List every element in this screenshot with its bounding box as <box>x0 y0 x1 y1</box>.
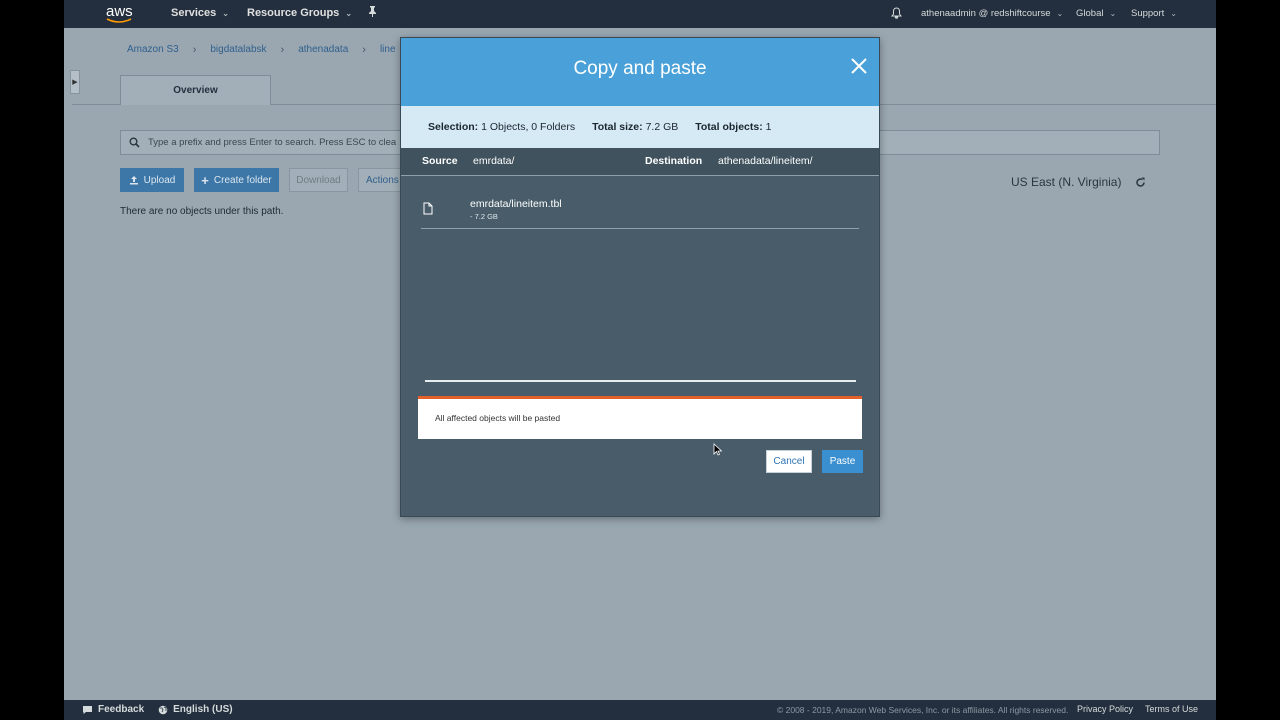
account-label: athenaadmin @ redshiftcourse <box>921 8 1051 19</box>
cancel-button[interactable]: Cancel <box>766 450 812 473</box>
sidebar-toggle[interactable]: ▶ <box>70 70 80 94</box>
breadcrumb-item[interactable]: Amazon S3 <box>127 44 179 56</box>
upload-label: Upload <box>143 174 176 186</box>
services-menu[interactable]: Services ⌄ <box>171 7 229 19</box>
size-summary-item: Total size: 7.2 GB <box>592 121 678 133</box>
account-menu[interactable]: athenaadmin @ redshiftcourse ⌄ <box>921 8 1063 19</box>
notice-alert: All affected objects will be pasted <box>418 396 862 439</box>
feedback-label: Feedback <box>98 704 145 715</box>
plus-icon: + <box>201 172 209 188</box>
chevron-down-icon: ⌄ <box>345 8 353 18</box>
paste-button[interactable]: Paste <box>822 450 863 473</box>
breadcrumb-separator-icon: › <box>280 44 285 56</box>
selection-value: 1 Objects, 0 Folders <box>481 121 576 133</box>
top-navigation-bar: aws Services ⌄ Resource Groups ⌄ athenaa… <box>64 0 1216 28</box>
dialog-header: Copy and paste <box>401 38 879 106</box>
region-menu-label: Global <box>1076 8 1104 19</box>
region-indicator: US East (N. Virginia) <box>1011 175 1146 189</box>
language-selector[interactable]: English (US) <box>158 704 233 715</box>
resource-groups-label: Resource Groups <box>247 7 340 19</box>
file-name: emrdata/lineitem.tbl <box>470 198 562 210</box>
bell-icon[interactable] <box>891 7 902 19</box>
empty-state-message: There are no objects under this path. <box>120 206 284 217</box>
privacy-policy-link[interactable]: Privacy Policy <box>1077 704 1133 714</box>
file-size: - 7.2 GB <box>470 212 498 221</box>
search-icon <box>129 137 140 148</box>
create-folder-label: Create folder <box>213 174 272 186</box>
mouse-cursor-icon <box>713 443 722 456</box>
breadcrumb: Amazon S3 › bigdatalabsk › athenadata › … <box>127 44 396 56</box>
file-icon <box>423 202 433 215</box>
total-objects-label: Total objects: <box>695 121 763 133</box>
region-menu[interactable]: Global ⌄ <box>1076 8 1116 19</box>
selection-summary-item: Selection: 1 Objects, 0 Folders <box>428 121 575 133</box>
selection-label: Selection: <box>428 121 479 133</box>
breadcrumb-item[interactable]: line <box>380 44 396 56</box>
terms-of-use-link[interactable]: Terms of Use <box>1145 704 1198 714</box>
services-label: Services <box>171 7 217 19</box>
list-item: emrdata/lineitem.tbl - 7.2 GB <box>421 193 859 229</box>
breadcrumb-separator-icon: › <box>192 44 197 56</box>
total-size-label: Total size: <box>592 121 643 133</box>
refresh-icon[interactable] <box>1135 177 1146 188</box>
support-menu[interactable]: Support ⌄ <box>1131 8 1177 19</box>
resource-groups-menu[interactable]: Resource Groups ⌄ <box>247 7 352 19</box>
breadcrumb-item[interactable]: athenadata <box>298 44 348 56</box>
support-label: Support <box>1131 8 1165 19</box>
create-folder-button[interactable]: + Create folder <box>194 168 279 192</box>
tab-overview[interactable]: Overview <box>120 75 271 105</box>
destination-label: Destination <box>645 155 703 167</box>
chevron-down-icon: ⌄ <box>1109 9 1117 18</box>
download-button[interactable]: Download <box>289 168 348 192</box>
total-objects-value: 1 <box>765 121 772 133</box>
region-label: US East (N. Virginia) <box>1011 175 1122 189</box>
search-placeholder: Type a prefix and press Enter to search.… <box>148 137 397 148</box>
feedback-link[interactable]: Feedback <box>82 704 144 715</box>
source-value: emrdata/ <box>473 155 515 167</box>
objects-summary-item: Total objects: 1 <box>695 121 771 133</box>
footer: Feedback English (US) © 2008 - 2019, Ama… <box>64 700 1216 720</box>
progress-bar <box>425 380 856 382</box>
upload-icon <box>129 176 138 185</box>
chevron-down-icon: ⌄ <box>222 8 229 18</box>
total-size-value: 7.2 GB <box>645 121 679 133</box>
globe-icon <box>158 705 168 714</box>
destination-value: athenadata/lineitem/ <box>718 155 813 167</box>
source-label: Source <box>422 155 458 167</box>
smile-icon <box>106 18 132 23</box>
breadcrumb-item[interactable]: bigdatalabsk <box>210 44 266 56</box>
selection-summary: Selection: 1 Objects, 0 Folders Total si… <box>401 106 879 148</box>
upload-button[interactable]: Upload <box>120 168 184 192</box>
breadcrumb-separator-icon: › <box>362 44 366 56</box>
source-destination-row: Source emrdata/ Destination athenadata/l… <box>401 148 879 176</box>
copy-paste-dialog: Copy and paste Selection: 1 Objects, 0 F… <box>400 37 880 517</box>
chevron-down-icon: ⌄ <box>1170 9 1177 18</box>
copyright-text: © 2008 - 2019, Amazon Web Services, Inc.… <box>777 705 1069 715</box>
chevron-down-icon: ⌄ <box>1056 9 1064 18</box>
speech-bubble-icon <box>83 705 92 714</box>
aws-logo[interactable]: aws <box>104 3 136 25</box>
close-icon[interactable] <box>849 56 869 76</box>
notice-text: All affected objects will be pasted <box>435 413 561 423</box>
pin-icon[interactable] <box>368 6 377 17</box>
chevron-right-icon: ▶ <box>72 79 78 86</box>
dialog-title: Copy and paste <box>573 58 707 79</box>
actions-button[interactable]: Actions <box>358 168 402 192</box>
language-label: English (US) <box>173 704 233 715</box>
